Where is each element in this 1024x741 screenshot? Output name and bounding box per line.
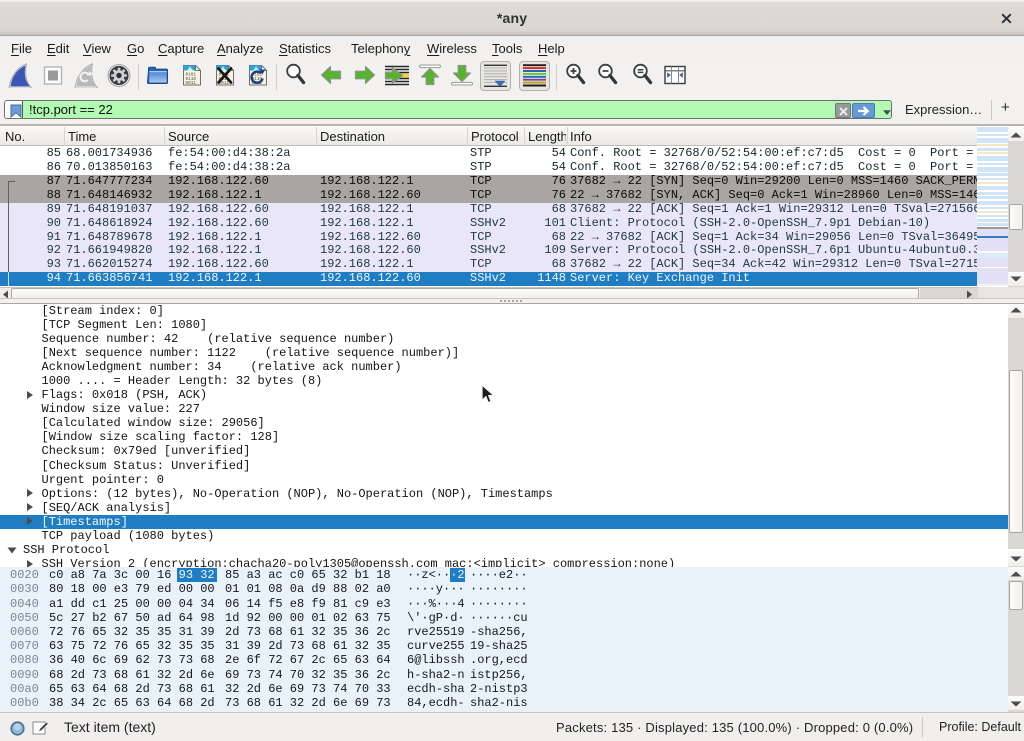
- svg-text:0011: 0011: [186, 81, 197, 86]
